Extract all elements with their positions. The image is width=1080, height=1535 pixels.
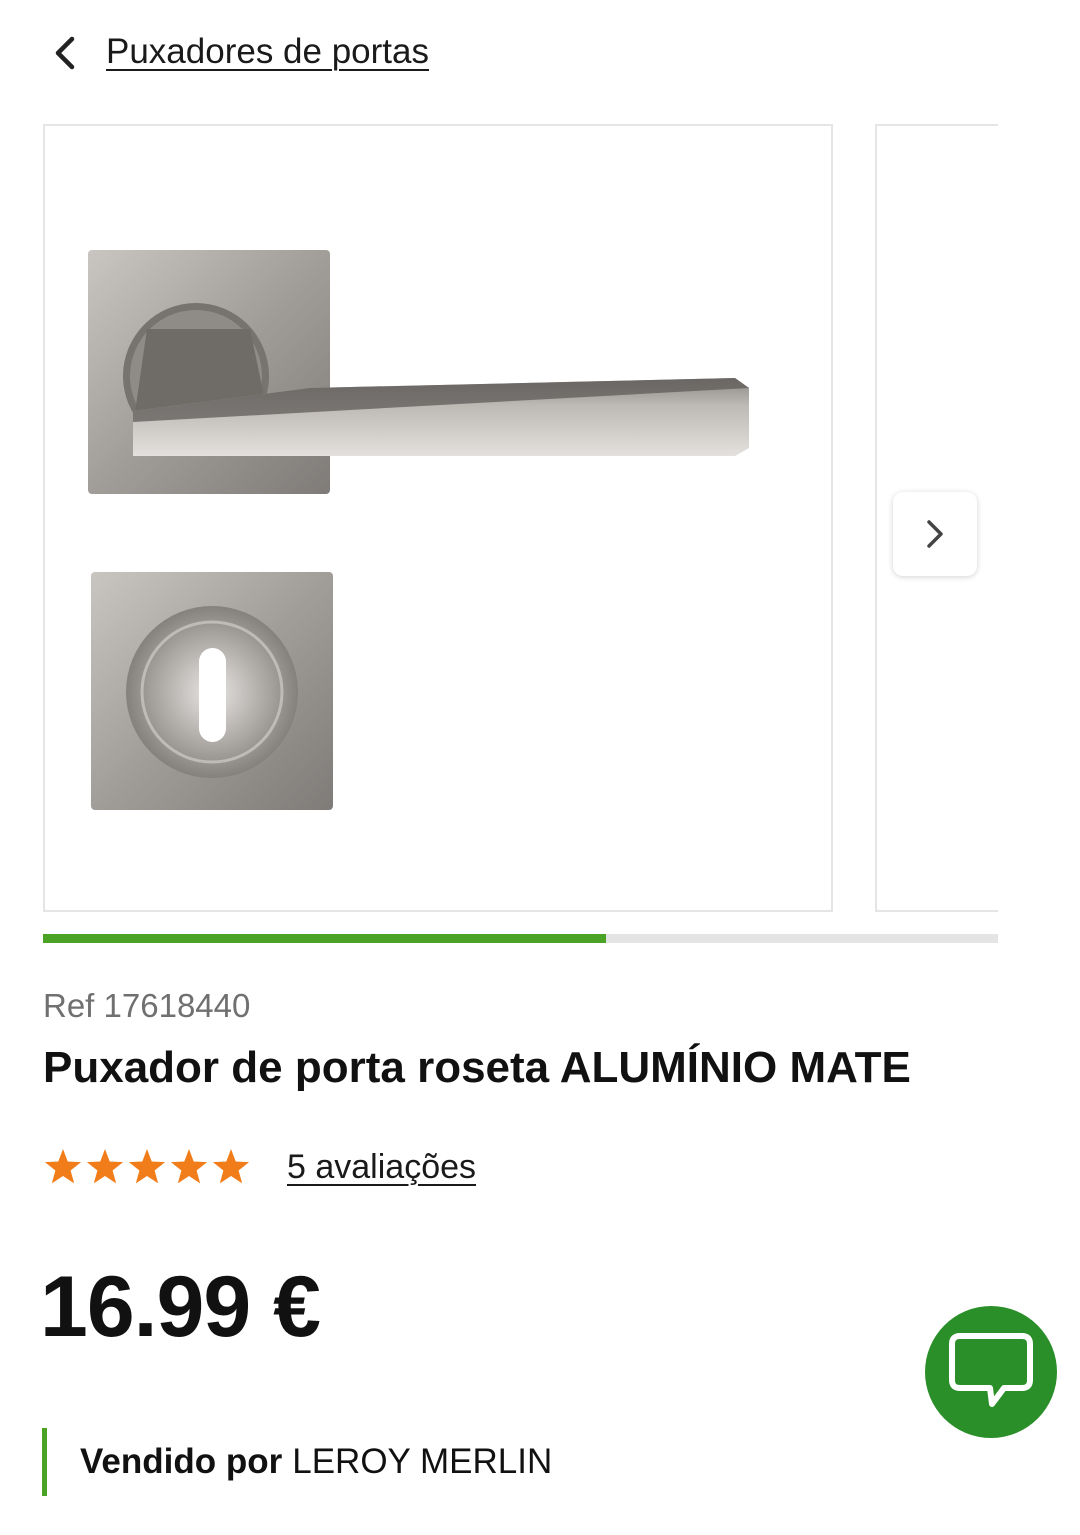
product-image	[88, 250, 749, 810]
rating-stars	[43, 1147, 251, 1187]
star-icon	[128, 1149, 166, 1184]
gallery-progress-bar	[43, 934, 998, 943]
chevron-left-icon	[55, 36, 75, 70]
top-bar: Puxadores de portas	[0, 0, 1080, 100]
reviews-link[interactable]: 5 avaliações	[287, 1148, 476, 1187]
gallery-progress-fill	[43, 934, 607, 943]
ref-label: Ref	[43, 987, 95, 1024]
product-title: Puxador de porta roseta ALUMÍNIO MATE	[43, 1043, 911, 1092]
star-icon	[86, 1149, 124, 1184]
breadcrumb-link[interactable]: Puxadores de portas	[106, 32, 429, 72]
product-gallery[interactable]	[43, 124, 998, 914]
seller-label: Vendido por	[80, 1442, 283, 1481]
back-button[interactable]	[40, 28, 90, 78]
seller-info: Vendido por LEROY MERLIN	[42, 1428, 552, 1496]
rating-row: 5 avaliações	[43, 1145, 476, 1189]
product-price: 16.99 €	[40, 1259, 321, 1355]
chat-bubble-icon	[949, 1333, 1033, 1407]
gallery-slide-current[interactable]	[43, 124, 833, 912]
star-icon	[44, 1149, 82, 1184]
gallery-next-button[interactable]	[893, 492, 977, 576]
product-ref: Ref 17618440	[43, 987, 250, 1025]
ref-number: 17618440	[103, 987, 251, 1024]
chevron-right-icon	[927, 520, 943, 548]
star-icon	[170, 1149, 208, 1184]
seller-name: LEROY MERLIN	[292, 1442, 553, 1481]
star-icon	[212, 1149, 250, 1184]
chat-button[interactable]	[925, 1306, 1057, 1438]
